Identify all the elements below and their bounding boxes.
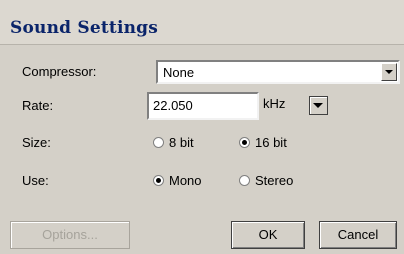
compressor-dropdown[interactable]: None [156, 60, 400, 84]
rate-value: 22.050 [153, 98, 193, 113]
radio-circle [153, 137, 164, 148]
use-label: Use: [22, 173, 49, 188]
title-bar[interactable]: Sound Settings [0, 0, 404, 45]
size-label: Size: [22, 135, 51, 150]
cancel-button[interactable]: Cancel [319, 221, 397, 249]
radio-16-bit-label: 16 bit [255, 135, 287, 150]
window-title: Sound Settings [10, 18, 159, 38]
radio-8-bit-label: 8 bit [169, 135, 194, 150]
compressor-label: Compressor: [22, 64, 97, 79]
radio-selected-dot [242, 140, 247, 145]
rate-input[interactable]: 22.050 [147, 92, 259, 120]
compressor-value: None [163, 65, 195, 80]
radio-mono-label: Mono [169, 173, 202, 188]
rate-label: Rate: [22, 98, 54, 113]
chevron-down-icon [313, 103, 323, 108]
rate-unit-label: kHz [263, 96, 286, 111]
compressor-dropdown-button[interactable] [381, 63, 397, 81]
options-button: Options... [10, 221, 130, 249]
radio-circle [239, 175, 250, 186]
ok-button[interactable]: OK [231, 221, 305, 249]
radio-selected-dot [156, 178, 161, 183]
chevron-down-icon [385, 70, 393, 74]
radio-stereo-label: Stereo [255, 173, 294, 188]
rate-dropdown-button[interactable] [309, 96, 328, 115]
